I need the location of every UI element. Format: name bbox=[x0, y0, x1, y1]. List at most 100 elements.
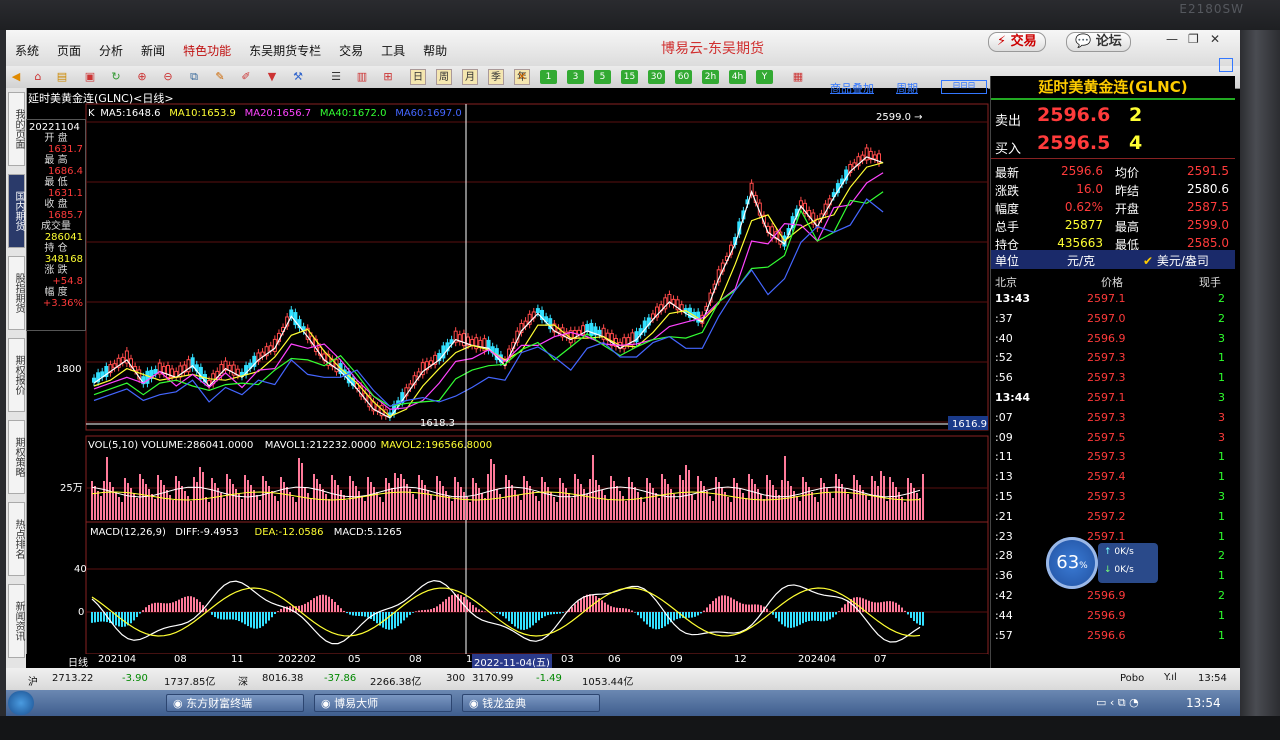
data-window-label: 持 仓 bbox=[44, 243, 68, 254]
candle-body bbox=[461, 333, 466, 347]
ma-legend-item: MA60:1697.0 bbox=[395, 108, 462, 119]
vol-legend-item: VOL(5,10) VOLUME:286041.0000 bbox=[88, 440, 253, 451]
stat-value: 2585.0 bbox=[1187, 236, 1229, 250]
upload-speed-value: 0K/s bbox=[1114, 547, 1134, 557]
macd-legend-item: MACD:5.1265 bbox=[334, 527, 402, 538]
cursor-date: 2022-11-04(五) bbox=[472, 654, 552, 669]
sell-price[interactable]: 2596.6 bbox=[1037, 104, 1110, 126]
tick-price: 2597.3 bbox=[1087, 490, 1126, 503]
data-window-value: 1631.1 bbox=[48, 188, 83, 199]
tick-row: :15 2597.3 3 bbox=[991, 490, 1235, 510]
tick-price: 2597.1 bbox=[1087, 529, 1126, 543]
buy-price[interactable]: 2596.5 bbox=[1037, 132, 1110, 154]
sz-label: 深 bbox=[238, 677, 248, 688]
tick-row: :37 2597.0 2 bbox=[991, 312, 1235, 332]
signal-icon: Y.ıl bbox=[1164, 672, 1177, 683]
status-bar: 沪 2713.22 -3.90 1737.85亿 深 8016.38 -37.8… bbox=[6, 668, 1240, 690]
sz-amount: 2266.38亿 bbox=[370, 677, 422, 688]
sell-label: 卖出 bbox=[995, 114, 1022, 129]
volume-axis-label: 25万 bbox=[60, 483, 83, 494]
buy-label: 买入 bbox=[995, 142, 1022, 157]
tick-row: :57 2596.6 1 bbox=[991, 629, 1235, 649]
stat-value: 0.62% bbox=[1064, 200, 1103, 214]
up-arrow-icon: ↑ bbox=[1104, 547, 1112, 557]
tick-volume: 1 bbox=[1218, 351, 1225, 365]
taskbar-item[interactable]: ◉ 东方财富终端 bbox=[166, 694, 304, 712]
quote-panel: 延时美黄金连(GLNC) 卖出 2596.6 2 买入 2596.5 4 最新 2… bbox=[990, 58, 1235, 716]
candle-body bbox=[589, 322, 594, 336]
tick-volume: 3 bbox=[1218, 430, 1225, 444]
tick-volume: 3 bbox=[1218, 410, 1225, 424]
sell-qty: 2 bbox=[1129, 104, 1143, 126]
macd-legend-item: DEA:-12.0586 bbox=[255, 527, 324, 538]
data-window-value: 286041 bbox=[44, 232, 83, 243]
tick-time: 13:44 bbox=[995, 391, 1031, 404]
stat-value: 2591.5 bbox=[1187, 164, 1229, 178]
date-tick: 12 bbox=[734, 654, 747, 665]
ma-legend-item: MA20:1656.7 bbox=[245, 108, 312, 119]
monitor-bezel-top: E2180SW bbox=[0, 0, 1280, 30]
tick-time: :36 bbox=[995, 569, 1013, 583]
taskbar-item[interactable]: ◉ 博易大师 bbox=[314, 694, 452, 712]
date-tick: 09 bbox=[670, 654, 683, 665]
tick-row: :52 2597.3 1 bbox=[991, 351, 1235, 371]
price-panel bbox=[85, 103, 989, 431]
tick-price: 2597.2 bbox=[1087, 509, 1126, 523]
tick-time: :42 bbox=[995, 589, 1013, 602]
app-icon: ◉ bbox=[469, 697, 483, 710]
net-speed-widget: ↑ 0K/s ↓ 0K/s bbox=[1098, 543, 1158, 583]
tray-icons[interactable]: ▭ ‹ ⧉ ◔ bbox=[1096, 696, 1139, 710]
taskbar-item[interactable]: ◉ 钱龙金典 bbox=[462, 694, 600, 712]
tick-volume: 1 bbox=[1218, 569, 1225, 583]
app-icon: ◉ bbox=[173, 697, 187, 710]
windows-start-icon[interactable] bbox=[8, 691, 34, 715]
date-tick: 07 bbox=[874, 654, 887, 665]
date-tick: 202202 bbox=[278, 654, 317, 665]
data-window-value: 1686.4 bbox=[48, 166, 83, 177]
tick-time: :44 bbox=[995, 608, 1013, 622]
tick-time: :52 bbox=[995, 351, 1013, 365]
tick-row: :42 2596.9 2 bbox=[991, 589, 1235, 609]
tick-time: :40 bbox=[995, 331, 1013, 345]
tick-time: 13:43 bbox=[995, 292, 1031, 305]
panel-toggle-icon[interactable] bbox=[1219, 58, 1233, 72]
speed-badge[interactable]: 63% bbox=[1046, 537, 1098, 589]
tick-volume: 2 bbox=[1218, 549, 1225, 563]
stat-label: 涨跌 bbox=[995, 184, 1020, 198]
tick-price: 2597.1 bbox=[1087, 292, 1126, 305]
date-tick: 05 bbox=[348, 654, 361, 665]
sh-label: 沪 bbox=[28, 677, 38, 688]
sh-index: 2713.22 bbox=[52, 673, 94, 684]
stat-value: 2587.5 bbox=[1187, 200, 1229, 214]
tick-time: :07 bbox=[995, 410, 1013, 424]
macd-legend-item: DIFF:-9.4953 bbox=[175, 527, 238, 538]
candle-body bbox=[535, 308, 540, 314]
idx300-amount: 1053.44亿 bbox=[582, 677, 634, 688]
tick-time: :09 bbox=[995, 430, 1013, 444]
data-window-label: 收 盘 bbox=[44, 199, 68, 210]
tick-row: :56 2597.3 1 bbox=[991, 371, 1235, 391]
tick-time: :11 bbox=[995, 450, 1013, 464]
tick-time: :57 bbox=[995, 628, 1013, 642]
unit-usd-option[interactable]: ✔ 美元/盎司 bbox=[1143, 252, 1209, 269]
app-icon: ◉ bbox=[321, 697, 335, 710]
tick-price: 2597.4 bbox=[1087, 470, 1126, 484]
download-speed-value: 0K/s bbox=[1114, 565, 1134, 575]
ma-legend-item: MA40:1672.0 bbox=[320, 108, 387, 119]
data-window-label: 涨 跌 bbox=[44, 265, 68, 276]
tick-row: :07 2597.3 3 bbox=[991, 411, 1235, 431]
tick-time: :15 bbox=[995, 490, 1013, 503]
tick-volume: 3 bbox=[1218, 391, 1225, 404]
unit-bar: 单位 元/克 ✔ 美元/盎司 bbox=[991, 250, 1235, 269]
stat-label: 最高 bbox=[1115, 220, 1140, 234]
date-axis: 日线 2021040811202202050811030609122024040… bbox=[26, 654, 988, 669]
tick-row: :09 2597.5 3 bbox=[991, 431, 1235, 451]
stat-value: 2596.6 bbox=[1061, 164, 1103, 178]
tick-price: 2597.3 bbox=[1087, 371, 1126, 385]
candle-body bbox=[630, 332, 635, 346]
unit-cny[interactable]: 元/克 bbox=[1067, 252, 1095, 269]
vol-legend-item: MAVOL2:196566.8000 bbox=[381, 440, 492, 451]
tick-row: :44 2596.9 1 bbox=[991, 609, 1235, 629]
ma-legend-item: MA10:1653.9 bbox=[169, 108, 236, 119]
download-speed: ↓ 0K/s bbox=[1104, 565, 1134, 575]
